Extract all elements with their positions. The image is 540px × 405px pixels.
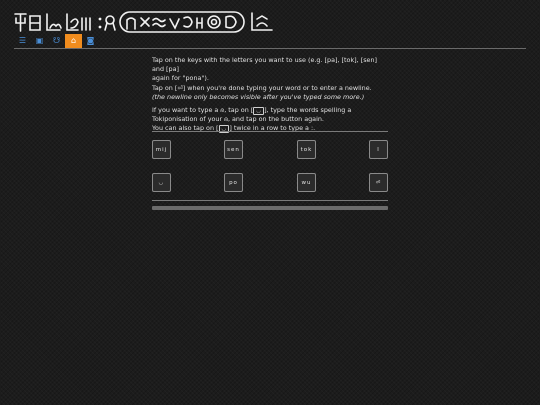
key-cartouche[interactable]: ◡ <box>152 173 171 192</box>
instruction-line: If you want to type a ⍝, tap on [◡], typ… <box>152 106 352 116</box>
home-icon: ⌂ <box>70 36 77 45</box>
settings-icon: ◙ <box>86 36 95 45</box>
key-tok[interactable]: tok <box>297 140 316 159</box>
instruction-note: (the newline only becomes visible after … <box>152 92 365 101</box>
tab-glyphs[interactable]: ☋ <box>48 34 65 48</box>
toolbar-tabs: ☰ ▣ ☋ ⌂ ◙ <box>14 34 99 48</box>
output-field[interactable] <box>152 206 388 210</box>
cartouche-key-icon: ◡ <box>253 107 265 116</box>
app-title <box>14 10 334 34</box>
instruction-line: again for "pona"). <box>152 74 209 83</box>
instruction-line: Tap on the keys with the letters you wan… <box>152 56 378 74</box>
tab-menu[interactable]: ☰ <box>14 34 31 48</box>
key-mij[interactable]: mij <box>152 140 171 159</box>
instruction-line: Tap on [⏎] when you're done typing your … <box>152 83 372 92</box>
key-l[interactable]: l <box>369 140 388 159</box>
keyboard-icon: ▣ <box>35 36 44 45</box>
key-newline[interactable]: ⏎ <box>369 173 388 192</box>
key-po[interactable]: po <box>224 173 243 192</box>
tab-keyboard[interactable]: ▣ <box>31 34 48 48</box>
tab-settings[interactable]: ◙ <box>82 34 99 48</box>
instruction-line: Tokiponisation of your ⍝, and tap on the… <box>152 115 324 124</box>
keyboard-top-divider <box>152 131 388 132</box>
instructions: Tap on the keys with the letters you wan… <box>152 56 388 134</box>
key-sen[interactable]: sen <box>224 140 243 159</box>
keyboard-bottom-divider <box>152 200 388 201</box>
glyph-icon: ☋ <box>52 36 61 45</box>
cartouche-key-icon: ◡ <box>218 125 230 134</box>
header-divider <box>14 48 526 49</box>
menu-icon: ☰ <box>18 36 27 45</box>
key-wu[interactable]: wu <box>297 173 316 192</box>
instruction-line: You can also tap on [◡] twice in a row t… <box>152 124 316 134</box>
tab-home[interactable]: ⌂ <box>65 34 82 48</box>
